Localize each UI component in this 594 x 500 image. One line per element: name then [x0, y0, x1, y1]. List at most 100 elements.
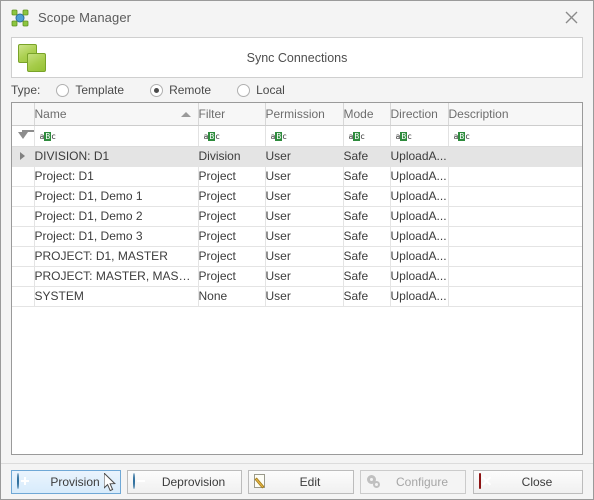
cell-direction[interactable]: UploadA... [390, 206, 449, 227]
row-indicator-cell[interactable] [12, 266, 35, 287]
cell-direction[interactable]: UploadA... [390, 246, 449, 267]
column-header-filter[interactable]: Filter [198, 103, 266, 126]
filter-funnel-icon [17, 129, 33, 139]
table-row[interactable]: PROJECT: MASTER, MASTER Project User Safe Up… [12, 266, 582, 287]
edit-button-label: Edit [299, 474, 321, 489]
cell-permission[interactable]: User [265, 186, 344, 207]
window-close-button[interactable] [549, 2, 593, 34]
configure-button: Configure [360, 469, 466, 494]
cell-description[interactable] [448, 206, 582, 227]
window-title: Scope Manager [38, 10, 132, 25]
cell-name[interactable]: PROJECT: D1, MASTER [34, 246, 199, 267]
row-indicator-cell[interactable] [12, 146, 35, 167]
cell-description[interactable] [448, 226, 582, 247]
cell-description[interactable] [448, 166, 582, 187]
scopes-grid[interactable]: Name Filter Permission Mode Direction De… [11, 102, 583, 455]
row-indicator-cell[interactable] [12, 186, 35, 207]
cell-direction[interactable]: UploadA... [390, 146, 449, 167]
abc-filter-icon: aBc [395, 131, 412, 141]
cell-permission[interactable]: User [265, 246, 344, 267]
table-row[interactable]: SYSTEM None User Safe UploadA... [12, 286, 582, 307]
deprovision-button[interactable]: Deprovision [127, 469, 242, 494]
radio-local-label: Local [256, 83, 285, 97]
cell-mode[interactable]: Safe [343, 186, 391, 207]
sync-connections-banner[interactable]: Sync Connections [11, 37, 583, 78]
row-indicator-cell[interactable] [12, 226, 35, 247]
cell-mode[interactable]: Safe [343, 286, 391, 307]
cell-mode[interactable]: Safe [343, 266, 391, 287]
cell-filter[interactable]: Project [198, 246, 266, 267]
filter-cell-description[interactable]: aBc [448, 125, 582, 147]
cell-direction[interactable]: UploadA... [390, 266, 449, 287]
cell-description[interactable] [448, 266, 582, 287]
scope-manager-window: Scope Manager Sync Connections Type: Tem… [0, 0, 594, 500]
row-indicator-cell[interactable] [12, 166, 35, 187]
cell-filter[interactable]: Project [198, 226, 266, 247]
plus-circle-icon [17, 472, 33, 490]
cell-name[interactable]: PROJECT: MASTER, MASTER [34, 266, 199, 287]
radio-remote[interactable]: Remote [150, 83, 211, 97]
cell-mode[interactable]: Safe [343, 226, 391, 247]
cell-direction[interactable]: UploadA... [390, 226, 449, 247]
title-bar: Scope Manager [1, 1, 593, 34]
row-indicator-cell[interactable] [12, 246, 35, 267]
column-header-description[interactable]: Description [448, 103, 582, 126]
abc-filter-icon: aBc [203, 131, 220, 141]
column-header-permission[interactable]: Permission [265, 103, 344, 126]
close-button[interactable]: Close [473, 469, 583, 494]
cell-mode[interactable]: Safe [343, 146, 391, 167]
cell-mode[interactable]: Safe [343, 166, 391, 187]
column-header-direction[interactable]: Direction [390, 103, 449, 126]
radio-local[interactable]: Local [237, 83, 285, 97]
cell-description[interactable] [448, 146, 582, 167]
dialog-content: Sync Connections Type: Template Remote L… [1, 34, 593, 463]
cell-filter[interactable]: None [198, 286, 266, 307]
cell-mode[interactable]: Safe [343, 246, 391, 267]
cell-name[interactable]: DIVISION: D1 [34, 146, 199, 167]
filter-cell-mode[interactable]: aBc [343, 125, 391, 147]
cell-filter[interactable]: Project [198, 206, 266, 227]
filter-cell-direction[interactable]: aBc [390, 125, 449, 147]
header-row: Name Filter Permission Mode Direction De… [12, 103, 582, 126]
row-indicator-cell[interactable] [12, 286, 35, 307]
cell-name[interactable]: SYSTEM [34, 286, 199, 307]
filter-cell-permission[interactable]: aBc [265, 125, 344, 147]
cell-permission[interactable]: User [265, 146, 344, 167]
radio-template[interactable]: Template [56, 83, 124, 97]
cell-filter[interactable]: Project [198, 266, 266, 287]
table-row[interactable]: Project: D1, Demo 2 Project User Safe Upload… [12, 206, 582, 227]
table-row[interactable]: PROJECT: D1, MASTER Project User Safe Upload… [12, 246, 582, 267]
cell-permission[interactable]: User [265, 166, 344, 187]
row-indicator-cell[interactable] [12, 206, 35, 227]
cell-filter[interactable]: Project [198, 166, 266, 187]
filter-cell-filter[interactable]: aBc [198, 125, 266, 147]
cell-filter[interactable]: Project [198, 186, 266, 207]
cell-mode[interactable]: Safe [343, 206, 391, 227]
column-header-mode[interactable]: Mode [343, 103, 391, 126]
cell-name[interactable]: Project: D1, Demo 2 [34, 206, 199, 227]
provision-button[interactable]: Provision [11, 469, 121, 494]
cell-description[interactable] [448, 286, 582, 307]
table-row[interactable]: DIVISION: D1 Division User Safe UploadA... [12, 146, 582, 167]
table-row[interactable]: Project: D1, Demo 1 Project User Safe Upload… [12, 186, 582, 207]
cell-direction[interactable]: UploadA... [390, 186, 449, 207]
cell-permission[interactable]: User [265, 266, 344, 287]
cell-filter[interactable]: Division [198, 146, 266, 167]
cell-name[interactable]: Project: D1, Demo 3 [34, 226, 199, 247]
cell-permission[interactable]: User [265, 206, 344, 227]
cell-direction[interactable]: UploadA... [390, 286, 449, 307]
cell-name[interactable]: Project: D1 [34, 166, 199, 187]
table-row[interactable]: Project: D1, Demo 3 Project User Safe Upload… [12, 226, 582, 247]
filter-funnel-cell[interactable] [12, 125, 35, 147]
cell-permission[interactable]: User [265, 286, 344, 307]
column-header-name[interactable]: Name [34, 103, 199, 126]
network-nodes-icon [10, 8, 30, 28]
cell-direction[interactable]: UploadA... [390, 166, 449, 187]
edit-button[interactable]: Edit [248, 469, 354, 494]
filter-cell-name[interactable]: aBc [34, 125, 199, 147]
cell-permission[interactable]: User [265, 226, 344, 247]
cell-description[interactable] [448, 246, 582, 267]
table-row[interactable]: Project: D1 Project User Safe UploadA... [12, 166, 582, 187]
cell-description[interactable] [448, 186, 582, 207]
cell-name[interactable]: Project: D1, Demo 1 [34, 186, 199, 207]
